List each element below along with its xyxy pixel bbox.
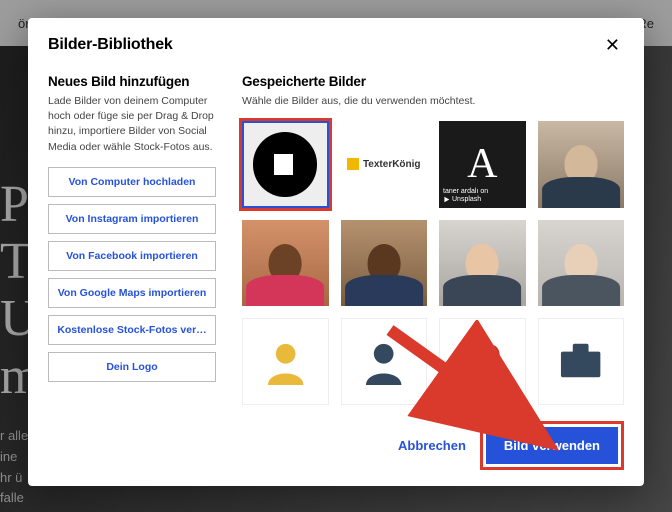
image-thumb[interactable] xyxy=(439,220,526,307)
image-thumb[interactable] xyxy=(439,318,526,405)
image-grid: TexterKönig A taner ardalı on Unsplash xyxy=(242,121,624,405)
image-thumb[interactable] xyxy=(341,220,428,307)
cancel-button[interactable]: Abbrechen xyxy=(398,438,466,453)
logo-circle-icon xyxy=(253,132,317,196)
modal-header: Bilder-Bibliothek ✕ xyxy=(28,18,644,68)
add-image-title: Neues Bild hinzufügen xyxy=(48,74,216,89)
image-thumb[interactable] xyxy=(538,220,625,307)
image-thumb[interactable]: TexterKönig xyxy=(341,121,428,208)
image-thumb[interactable] xyxy=(242,220,329,307)
stock-photos-button[interactable]: Kostenlose Stock-Fotos ver… xyxy=(48,315,216,345)
import-facebook-button[interactable]: Von Facebook importieren xyxy=(48,241,216,271)
modal-body: Neues Bild hinzufügen Lade Bilder von de… xyxy=(28,68,644,409)
modal-footer: Abbrechen Bild verwenden xyxy=(28,409,644,486)
your-logo-button[interactable]: Dein Logo xyxy=(48,352,216,382)
saved-images-title: Gespeicherte Bilder xyxy=(242,74,624,89)
heart-placeholder-icon xyxy=(459,338,506,385)
image-thumb[interactable] xyxy=(538,318,625,405)
image-thumb-selected[interactable] xyxy=(242,121,329,208)
add-image-panel: Neues Bild hinzufügen Lade Bilder von de… xyxy=(48,74,216,409)
import-googlemaps-button[interactable]: Von Google Maps importieren xyxy=(48,278,216,308)
image-thumb[interactable] xyxy=(242,318,329,405)
unsplash-credit: taner ardalı on Unsplash xyxy=(443,188,488,203)
image-library-modal: Bilder-Bibliothek ✕ Neues Bild hinzufüge… xyxy=(28,18,644,486)
briefcase-placeholder-icon xyxy=(557,342,604,381)
saved-images-panel: Gespeicherte Bilder Wähle die Bilder aus… xyxy=(242,74,624,409)
texterkoenig-logo: TexterKönig xyxy=(347,158,421,170)
import-instagram-button[interactable]: Von Instagram importieren xyxy=(48,204,216,234)
modal-title: Bilder-Bibliothek xyxy=(48,36,173,54)
person-placeholder-icon xyxy=(262,338,309,385)
apply-button-highlight: Bild verwenden xyxy=(480,421,624,470)
add-image-desc: Lade Bilder von deinem Computer hoch ode… xyxy=(48,94,216,155)
upload-computer-button[interactable]: Von Computer hochladen xyxy=(48,167,216,197)
image-thumb[interactable]: A taner ardalı on Unsplash xyxy=(439,121,526,208)
image-thumb[interactable] xyxy=(538,121,625,208)
image-thumb[interactable] xyxy=(341,318,428,405)
saved-images-desc: Wähle die Bilder aus, die du verwenden m… xyxy=(242,94,624,109)
use-image-button[interactable]: Bild verwenden xyxy=(486,427,618,464)
person-placeholder-icon xyxy=(360,338,407,385)
close-icon[interactable]: ✕ xyxy=(601,32,624,58)
